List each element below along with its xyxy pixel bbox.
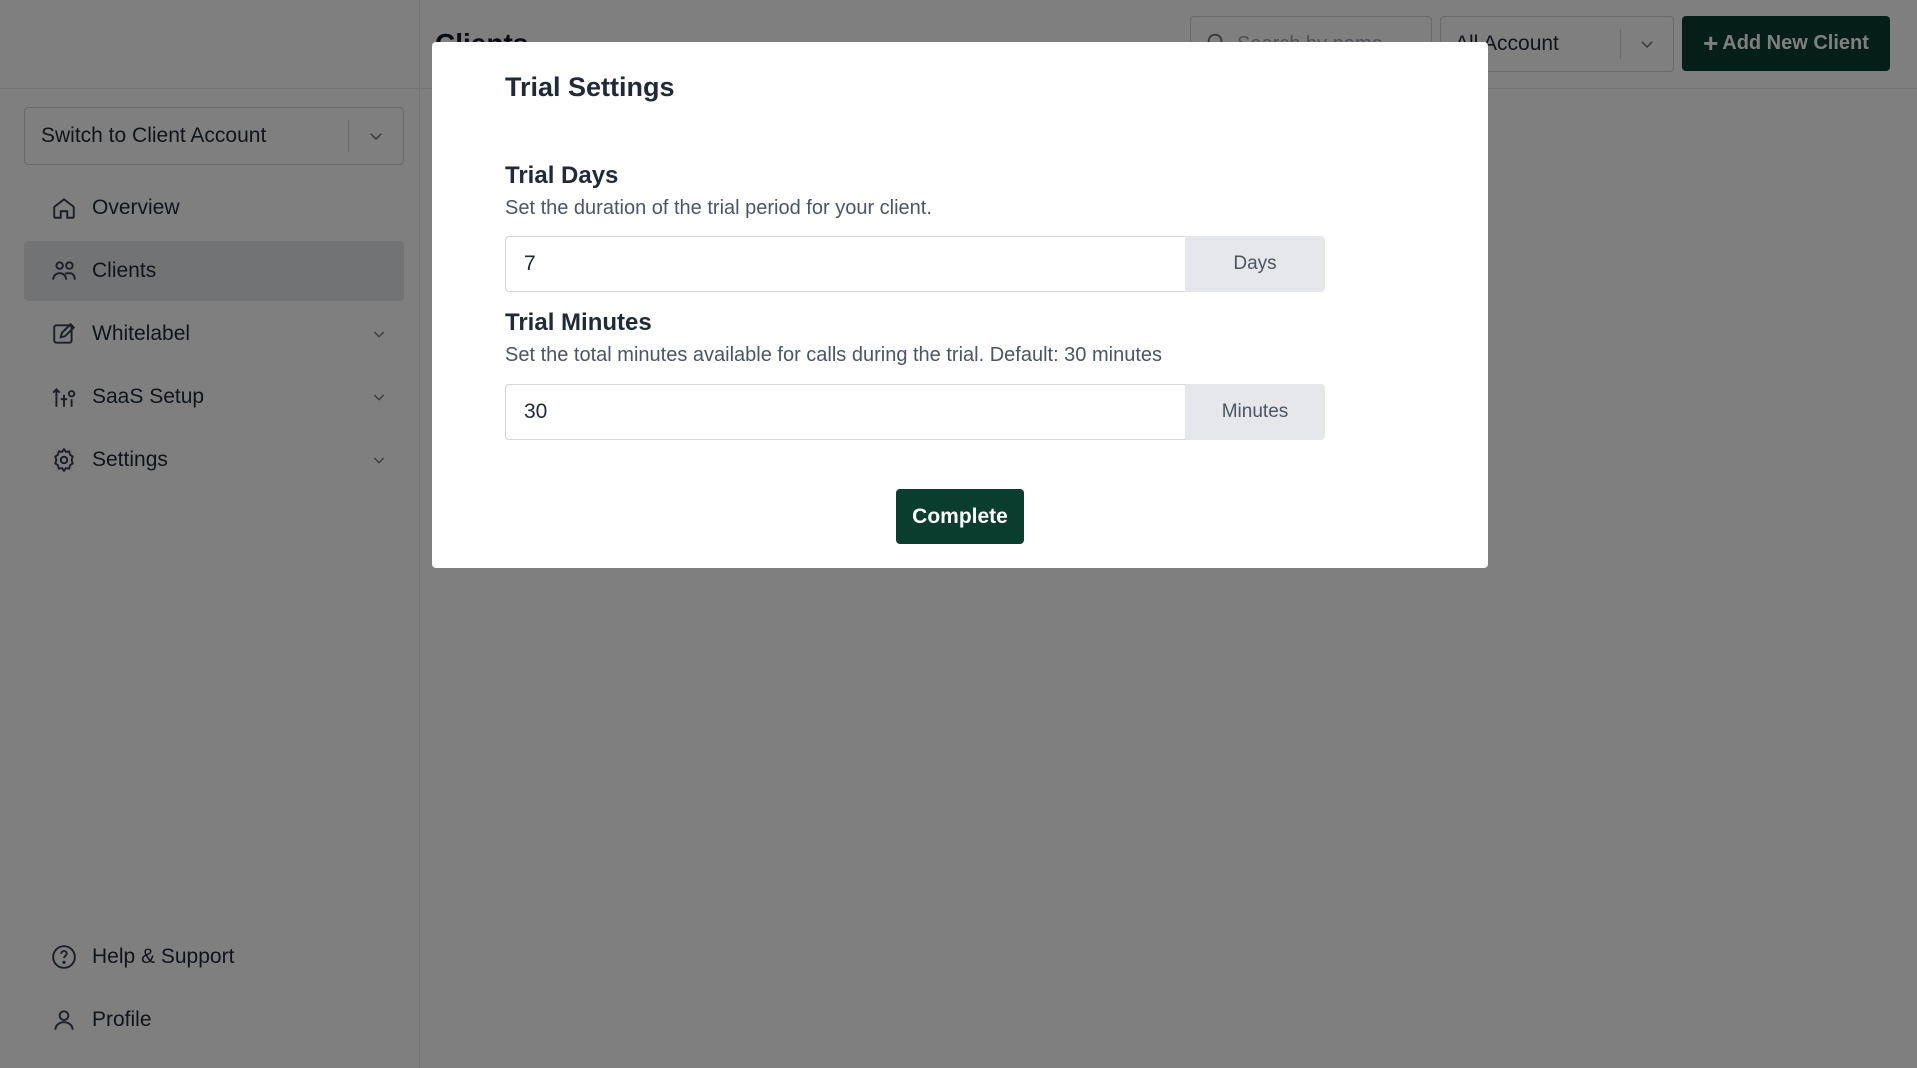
trial-minutes-input[interactable]: 30 [505, 384, 1185, 440]
trial-minutes-unit: Minutes [1185, 384, 1325, 440]
trial-settings-modal: Trial Settings Trial Days Set the durati… [432, 42, 1488, 568]
trial-days-input-group: 7 Days [505, 236, 1325, 292]
trial-minutes-input-group: 30 Minutes [505, 384, 1325, 440]
trial-days-unit: Days [1185, 236, 1325, 292]
modal-title: Trial Settings [505, 72, 675, 102]
trial-days-description: Set the duration of the trial period for… [505, 197, 932, 219]
trial-days-input[interactable]: 7 [505, 236, 1185, 292]
trial-days-label: Trial Days [505, 162, 619, 189]
trial-minutes-label: Trial Minutes [505, 309, 652, 336]
complete-button[interactable]: Complete [896, 489, 1024, 544]
trial-minutes-description: Set the total minutes available for call… [505, 344, 1163, 366]
